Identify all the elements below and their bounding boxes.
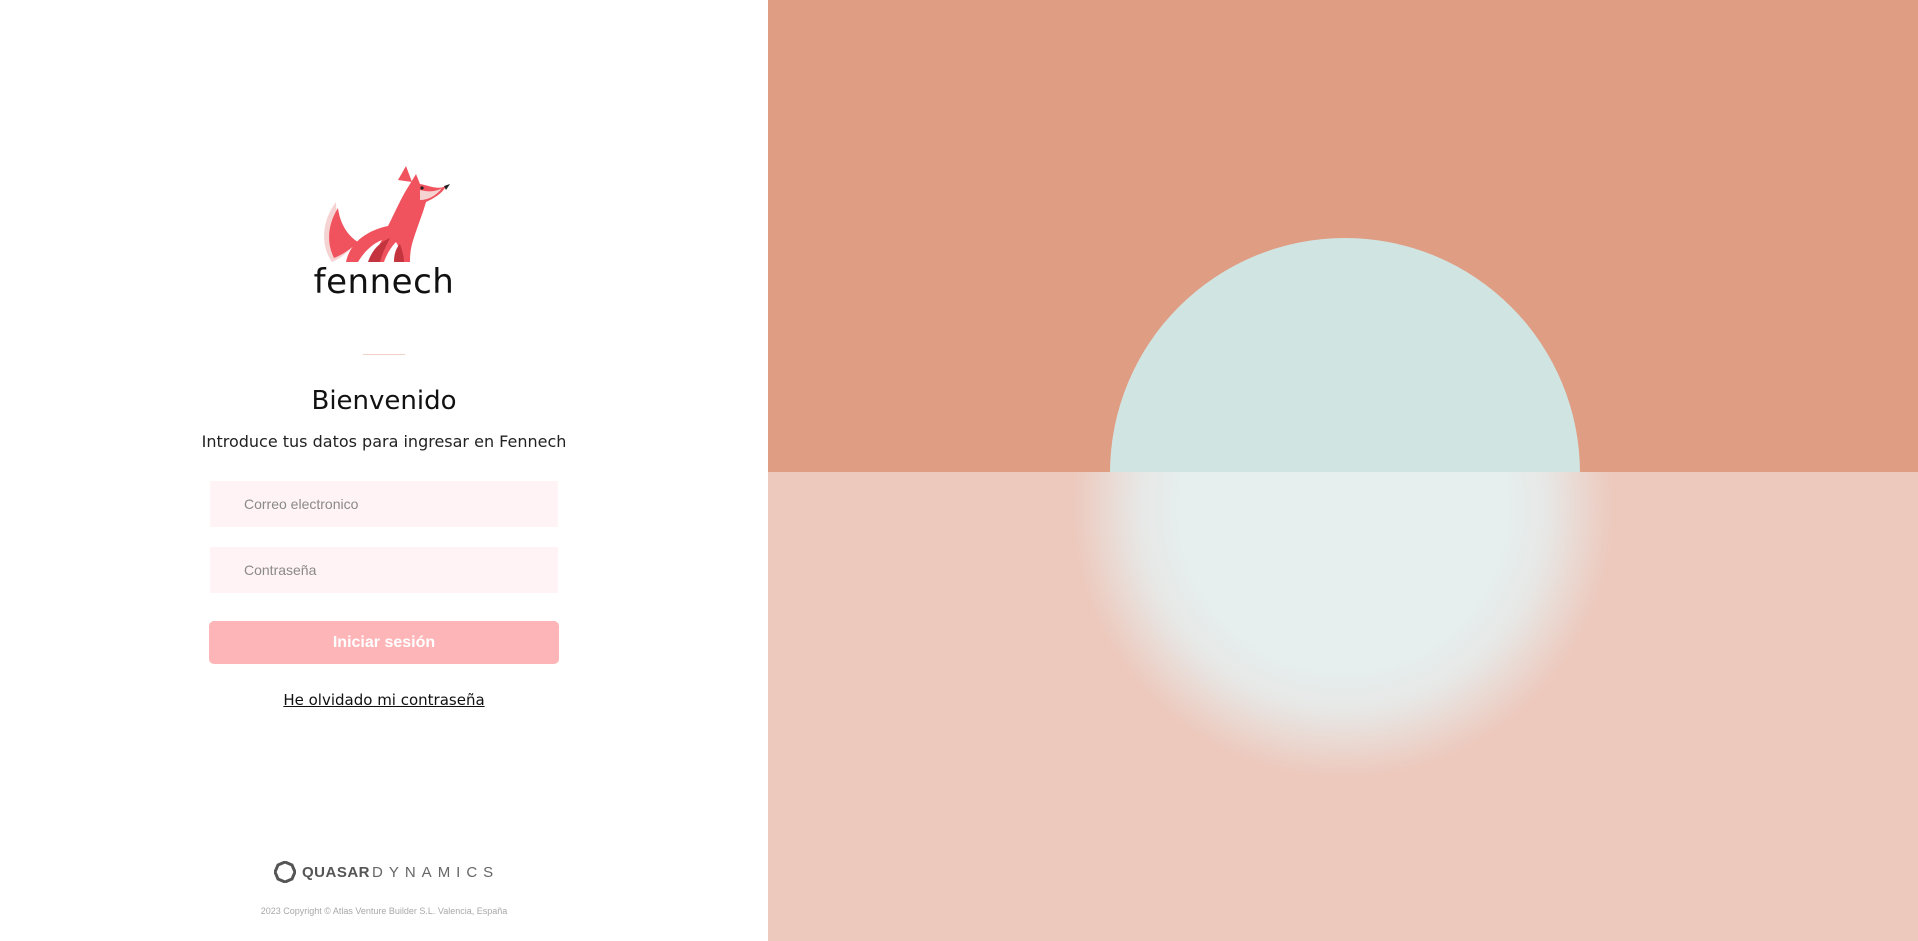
divider	[363, 354, 405, 355]
page-subtitle: Introduce tus datos para ingresar en Fen…	[201, 432, 567, 451]
quasar-ring-icon	[274, 861, 296, 883]
illustration-sun	[1110, 238, 1580, 472]
password-field[interactable]	[210, 547, 558, 593]
page-title: Bienvenido	[311, 386, 457, 416]
copyright-text: 2023 Copyright © Atlas Venture Builder S…	[260, 906, 508, 916]
forgot-password-link[interactable]: He olvidado mi contraseña	[0, 691, 768, 709]
company-name-light: DYNAMICS	[372, 863, 500, 881]
illustration-sun-reflection	[1068, 472, 1618, 782]
illustration-sky	[768, 0, 1918, 472]
email-field[interactable]	[210, 481, 558, 527]
sunset-illustration	[768, 0, 1918, 941]
illustration-water	[768, 472, 1918, 941]
quasar-dynamics-logo: QUASAR DYNAMICS	[274, 860, 499, 884]
brand-name: fennech	[313, 262, 455, 302]
company-name-bold: QUASAR	[302, 863, 371, 881]
login-button[interactable]: Iniciar sesión	[209, 621, 559, 664]
login-panel: fennech Bienvenido Introduce tus datos p…	[0, 0, 768, 941]
login-page: fennech Bienvenido Introduce tus datos p…	[0, 0, 1918, 941]
